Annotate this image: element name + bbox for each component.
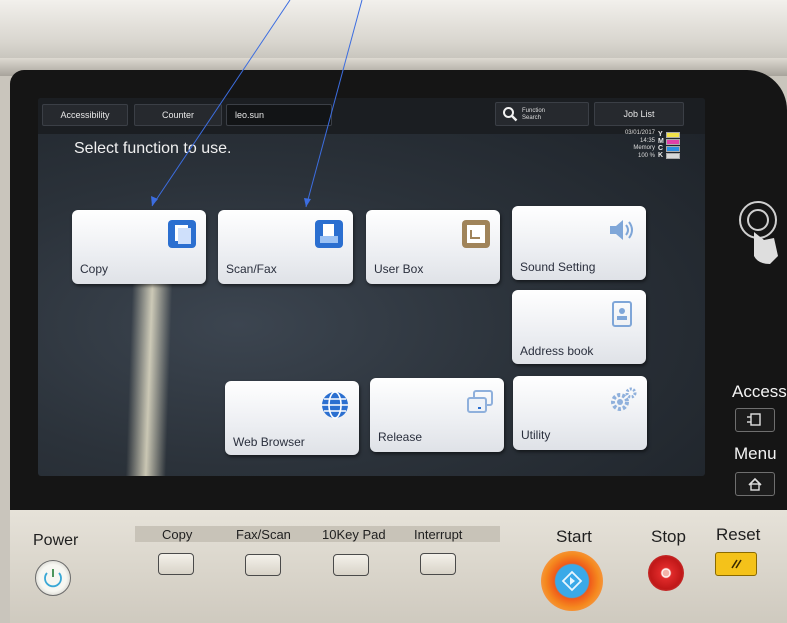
arrow-to-scan-fax: [305, 0, 363, 208]
interrupt-label: Interrupt: [414, 527, 463, 542]
interrupt-key[interactable]: [420, 553, 456, 575]
stop-label: Stop: [651, 527, 686, 546]
start-button[interactable]: [541, 551, 603, 611]
fax-scan-key-label: Fax/Scan: [236, 527, 291, 542]
arrow-to-copy: [151, 0, 291, 207]
arrow-head-scan-fax: [304, 198, 311, 207]
access-label: Access: [732, 382, 787, 401]
access-icon: [747, 413, 761, 426]
copy-key[interactable]: [158, 553, 194, 575]
copy-key-label: Copy: [162, 527, 193, 542]
arrow-head-copy: [151, 196, 158, 206]
menu-label: Menu: [734, 444, 777, 463]
tenkey-key[interactable]: [333, 554, 369, 576]
reset-button[interactable]: [715, 552, 757, 576]
access-button[interactable]: [735, 408, 775, 432]
tenkey-label: 10Key Pad: [322, 527, 386, 542]
reset-icon: [731, 559, 742, 569]
start-label: Start: [556, 527, 592, 546]
accessibility-touch-icon: [739, 201, 778, 264]
menu-button[interactable]: [735, 472, 775, 496]
fax-scan-key[interactable]: [245, 554, 281, 576]
power-label: Power: [33, 532, 79, 549]
reset-label: Reset: [716, 525, 761, 544]
stop-button[interactable]: [648, 555, 684, 591]
start-icon: [561, 570, 583, 592]
stop-icon: [661, 568, 671, 578]
home-icon: [748, 477, 762, 491]
power-icon: [44, 569, 62, 588]
power-button[interactable]: [35, 560, 71, 596]
